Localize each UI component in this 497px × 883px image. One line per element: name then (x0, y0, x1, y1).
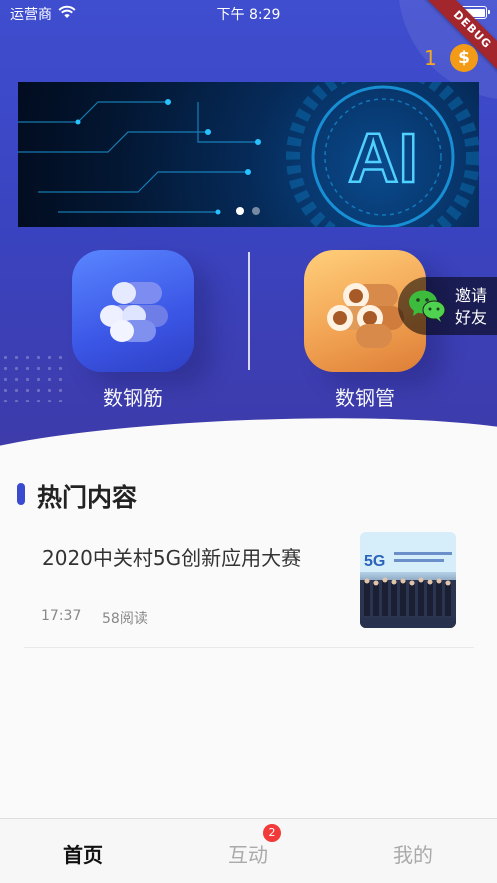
coin-count: 1 (424, 46, 437, 70)
category-label: 数钢管 (335, 386, 395, 410)
decorative-dot-grid (0, 352, 70, 402)
section-accent-bar (17, 483, 25, 505)
tab-interact[interactable]: 互动 (208, 839, 288, 868)
invite-friends-button[interactable]: 邀请 好友 (398, 277, 497, 335)
article-time: 17:37 (41, 608, 82, 624)
notification-badge: 2 (263, 824, 281, 842)
invite-line-1: 邀请 (455, 286, 488, 305)
status-time: 下午 8:29 (216, 7, 281, 23)
article-thumbnail: 5G (360, 532, 456, 628)
tab-home[interactable]: 首页 (43, 839, 123, 868)
category-divider (248, 252, 250, 370)
banner-image: AI (18, 82, 479, 227)
status-bar: 运营商 下午 8:29 (0, 0, 497, 28)
banner-text: AI (348, 119, 418, 197)
category-rebar[interactable]: 数钢筋 (72, 250, 194, 411)
article-item[interactable]: 2020中关村5G创新应用大赛 17:37 58阅读 5G (24, 530, 474, 648)
bottom-tab-bar: 首页 互动 我的 2 (0, 818, 497, 883)
article-reads: 58阅读 (102, 611, 148, 627)
invite-line-2: 好友 (455, 308, 488, 327)
tab-mine[interactable]: 我的 (373, 839, 453, 868)
hero-curve (0, 408, 497, 470)
wechat-icon (409, 290, 446, 322)
rebar-icon (72, 250, 194, 372)
invite-label: 邀请 好友 (455, 285, 487, 329)
article-title: 2020中关村5G创新应用大赛 (42, 546, 302, 570)
category-label: 数钢筋 (103, 386, 163, 410)
banner-carousel[interactable]: AI (18, 82, 479, 227)
article-thumb-text: 5G (364, 553, 385, 570)
carousel-dot-active (236, 207, 244, 215)
coin-icon: $ (450, 44, 478, 72)
category-pipe[interactable]: 数钢管 (304, 250, 426, 411)
section-title: 热门内容 (37, 483, 138, 512)
carousel-dot (252, 207, 260, 215)
